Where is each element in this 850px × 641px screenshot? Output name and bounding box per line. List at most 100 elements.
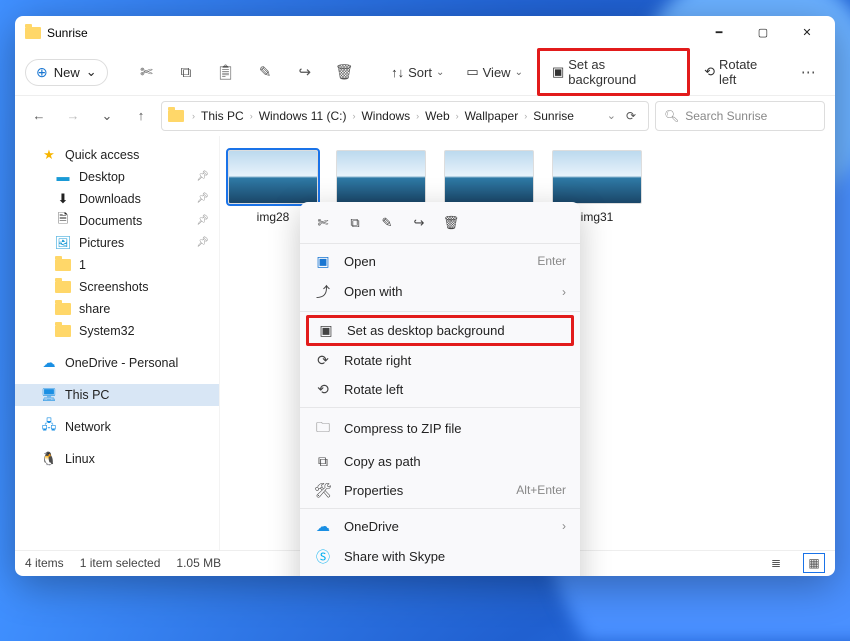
sidebar-item-screenshots[interactable]: Screenshots [15, 276, 219, 298]
minimize-button[interactable]: ━ [697, 19, 741, 47]
context-share-skype[interactable]: ⓈShare with Skype [300, 541, 580, 573]
skype-icon: Ⓢ [314, 547, 332, 567]
file-explorer-window: Sunrise ━ ▢ ✕ ⊕ New ⌄ ✄ ⧉ 📋︎ ✎ ↪ 🗑︎ ↑↓ S… [15, 16, 835, 576]
context-open[interactable]: ▣OpenEnter [300, 247, 580, 276]
sidebar-item-label: share [79, 302, 110, 316]
breadcrumb-item[interactable]: Windows [359, 109, 412, 123]
rename-icon[interactable]: ✎ [378, 214, 396, 232]
sidebar-item-share[interactable]: share [15, 298, 219, 320]
rotate-left-button[interactable]: ⟲ Rotate left [696, 53, 785, 91]
copy-button[interactable]: ⧉ [169, 55, 203, 89]
search-icon: 🔍︎ [664, 109, 679, 123]
sort-button[interactable]: ↑↓ Sort ⌄ [383, 61, 452, 84]
refresh-button[interactable]: ⟳ [620, 109, 642, 123]
context-label: Compress to ZIP file [344, 421, 462, 436]
cut-button[interactable]: ✄ [130, 55, 164, 89]
network-icon: 🖧 [41, 419, 57, 435]
titlebar: Sunrise ━ ▢ ✕ [15, 16, 835, 50]
more-button[interactable]: ⋯ [791, 55, 825, 89]
chevron-right-icon: › [416, 111, 419, 121]
folder-icon [25, 27, 41, 39]
back-button[interactable]: ← [25, 102, 53, 130]
sidebar-item-label: Pictures [79, 236, 124, 250]
sidebar-item-pictures[interactable]: 🖼︎Pictures📌︎ [15, 232, 219, 254]
set-as-background-button[interactable]: ▣ Set as background [544, 53, 683, 91]
copy-icon[interactable]: ⧉ [346, 214, 364, 232]
plus-icon: ⊕ [36, 64, 48, 81]
context-rotate-right[interactable]: ⟳Rotate right [300, 346, 580, 375]
cut-icon[interactable]: ✄ [314, 214, 332, 232]
address-bar[interactable]: › This PC › Windows 11 (C:) › Windows › … [161, 101, 649, 131]
share-button[interactable]: ↪ [288, 55, 322, 89]
view-button[interactable]: ▭ View ⌄ [458, 60, 531, 84]
desktop-icon: ▬ [55, 169, 71, 185]
context-label: Open with [344, 284, 403, 299]
breadcrumb-item[interactable]: This PC [199, 109, 246, 123]
sidebar-item-desktop[interactable]: ▬Desktop📌︎ [15, 166, 219, 188]
chevron-down-icon: ⌄ [515, 67, 523, 78]
sidebar-item-label: Linux [65, 452, 95, 466]
context-compress-zip[interactable]: 🗀 Compress to ZIP file [300, 411, 580, 447]
cloud-icon: ☁ [314, 518, 332, 535]
up-button[interactable]: ↑ [127, 102, 155, 130]
breadcrumb-item[interactable]: Windows 11 (C:) [257, 109, 349, 123]
image-thumbnail [228, 150, 318, 204]
breadcrumb-item[interactable]: Web [423, 109, 451, 123]
sort-icon: ↑↓ [391, 65, 404, 80]
thumbnails-view-button[interactable]: ▦ [803, 553, 825, 573]
image-thumbnail [444, 150, 534, 204]
breadcrumb-item[interactable]: Sunrise [531, 109, 576, 123]
breadcrumb-item[interactable]: Wallpaper [463, 109, 521, 123]
document-icon: 🗎 [55, 213, 71, 229]
sidebar-item-linux[interactable]: 🐧 Linux [15, 448, 219, 470]
context-set-desktop-background[interactable]: ▣Set as desktop background [306, 315, 574, 346]
pc-icon: 🖥︎ [41, 387, 57, 403]
sidebar-item-label: 1 [79, 258, 86, 272]
delete-icon[interactable]: 🗑︎ [442, 214, 460, 232]
desktop-icon: ▣ [552, 64, 564, 80]
sidebar-item-network[interactable]: 🖧Network [15, 416, 219, 438]
sidebar-item-system32[interactable]: System32 [15, 320, 219, 342]
rename-button[interactable]: ✎ [248, 55, 282, 89]
linux-icon: 🐧 [41, 451, 57, 467]
context-rotate-left[interactable]: ⟲Rotate left [300, 375, 580, 404]
context-copy-as-path[interactable]: ⧉Copy as path [300, 447, 580, 476]
folder-icon [55, 301, 71, 317]
sidebar-item-onedrive[interactable]: ☁OneDrive - Personal [15, 352, 219, 374]
chevron-right-icon: › [192, 111, 195, 121]
forward-button[interactable]: → [59, 102, 87, 130]
chevron-right-icon: › [456, 111, 459, 121]
sidebar-item-folder-1[interactable]: 1 [15, 254, 219, 276]
delete-button[interactable]: 🗑︎ [328, 55, 362, 89]
cloud-icon: ☁ [41, 355, 57, 371]
shortcut: Alt+Enter [516, 483, 566, 497]
context-properties[interactable]: 🛠︎PropertiesAlt+Enter [300, 476, 580, 505]
context-label: OneDrive [344, 519, 399, 534]
recent-locations-button[interactable]: ⌄ [93, 102, 121, 130]
details-view-button[interactable]: ≣ [765, 553, 787, 573]
search-input[interactable]: 🔍︎ Search Sunrise [655, 101, 825, 131]
sidebar-item-label: System32 [79, 324, 135, 338]
pin-icon: 📌︎ [196, 215, 209, 226]
pin-icon: 📌︎ [196, 193, 209, 204]
view-icon: ▭ [466, 64, 478, 80]
chevron-down-icon[interactable]: ⌄ [607, 109, 616, 122]
status-item-count: 4 items [25, 556, 64, 570]
close-button[interactable]: ✕ [785, 19, 829, 47]
shortcut: Enter [537, 254, 566, 268]
new-button[interactable]: ⊕ New ⌄ [25, 59, 108, 86]
file-grid[interactable]: img28 img31 ✄ ⧉ ✎ ↪ 🗑︎ ▣OpenEnter ⤴Open … [220, 136, 835, 550]
sidebar-item-quick-access[interactable]: ★Quick access [15, 144, 219, 166]
context-open-with[interactable]: ⤴Open with› [300, 276, 580, 308]
path-icon: ⧉ [314, 453, 332, 470]
share-icon[interactable]: ↪ [410, 214, 428, 232]
paste-button[interactable]: 📋︎ [209, 55, 243, 89]
context-menu: ✄ ⧉ ✎ ↪ 🗑︎ ▣OpenEnter ⤴Open with› ▣Set a… [300, 202, 580, 576]
zip-icon: 🗀 [314, 417, 332, 441]
sidebar-item-documents[interactable]: 🗎Documents📌︎ [15, 210, 219, 232]
sidebar-item-this-pc[interactable]: 🖥︎This PC [15, 384, 219, 406]
context-onedrive[interactable]: ☁OneDrive› [300, 512, 580, 541]
chevron-right-icon: › [352, 111, 355, 121]
sidebar-item-downloads[interactable]: ⬇Downloads📌︎ [15, 188, 219, 210]
maximize-button[interactable]: ▢ [741, 19, 785, 47]
